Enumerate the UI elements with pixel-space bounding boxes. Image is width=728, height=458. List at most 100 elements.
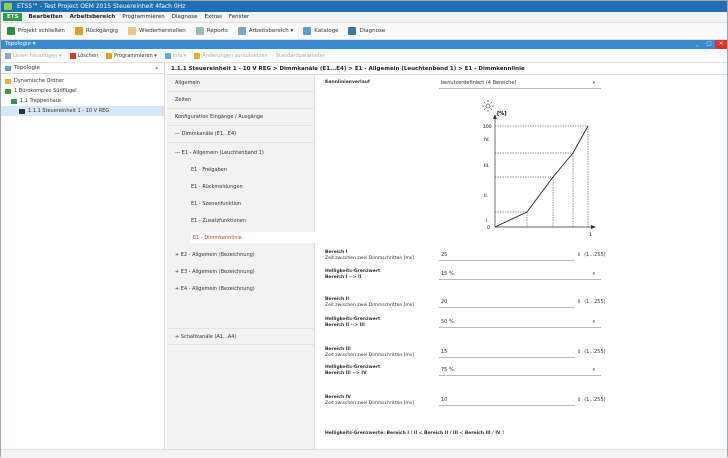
kennlinie-label: Kennlinienverlauf xyxy=(325,80,370,85)
nav-subitem-0[interactable]: — E1 - Allgemein (Leuchtenband 1) xyxy=(175,147,264,158)
catalog-icon xyxy=(303,27,312,35)
panel-tool-label: Info ▾ xyxy=(172,52,187,59)
nav-subitem-1[interactable]: E1 - Freigaben xyxy=(191,164,227,175)
title-bar: ETS5™ - Test Project OEM 2015 Steuereinh… xyxy=(1,1,727,12)
panel-tool-label: Linien hinzufügen ▾ xyxy=(13,52,62,59)
chevron-up-icon[interactable]: ▴ xyxy=(155,65,158,71)
panel-close-icon[interactable]: ✕ xyxy=(715,40,727,49)
chevron-down-icon: ▾ xyxy=(592,367,595,373)
nav-subitem-4[interactable]: E1 - Zusatzfunktionen xyxy=(191,215,246,226)
menu-bearbeiten[interactable]: Bearbeiten xyxy=(28,14,62,20)
panel-minimize-icon[interactable]: ‸ xyxy=(691,40,703,49)
delete-icon xyxy=(69,52,76,59)
stepper-arrows-icon[interactable]: ⇕ xyxy=(577,349,581,355)
bereich-input-3[interactable]: 10 xyxy=(439,394,575,406)
nav-subitem-6[interactable]: + E2 - Allgemein (Bezeichnung) xyxy=(175,249,255,260)
menu-diagnose[interactable]: Diagnose xyxy=(172,14,198,20)
tree-item[interactable]: 1.1 Treppenhaus xyxy=(1,96,164,106)
kennlinie-value: benutzerdefiniert (4 Bereiche) xyxy=(441,80,517,86)
nav-item-schaltkanaele[interactable]: + Schaltkanäle (A1...A4) xyxy=(167,328,315,345)
toolbar-button-1[interactable]: Rückgängig xyxy=(74,27,119,35)
panel-tool-0[interactable]: Linien hinzufügen ▾ xyxy=(5,52,62,59)
tree-item[interactable]: 1 Bürokomplex Südflügel xyxy=(1,86,164,96)
toolbar-button-2[interactable]: Wiederherstellen xyxy=(128,27,186,35)
diagnostics-icon xyxy=(348,27,357,35)
panel-tool-4[interactable]: Änderungen zurücksetzen xyxy=(194,52,268,59)
toolbar-button-0[interactable]: Projekt schließen xyxy=(7,27,65,35)
nav-subitem-8[interactable]: + E4 - Allgemein (Bezeichnung) xyxy=(175,283,255,294)
grenzwert-subtitle: Bereich I --> II xyxy=(325,274,362,280)
bereich-stepper-0[interactable]: ⇕ (1...255) xyxy=(577,249,606,261)
grenzwert-dropdown-2[interactable]: 75 % ▾ xyxy=(439,364,601,376)
panel-tool-2[interactable]: Programmieren ▾ xyxy=(106,52,157,59)
toolbar-button-label: Rückgängig xyxy=(85,28,119,34)
dimming-curve-graph: [%] 100 0 1 IV. III. II. I. xyxy=(482,100,596,238)
menu-fenster[interactable]: Fenster xyxy=(229,14,249,20)
chevron-down-icon: ▾ xyxy=(592,80,595,86)
topology-header[interactable]: Topologie ▴ xyxy=(1,63,164,74)
breadcrumb: 1.1.1 Steuereinheit 1 - 10 V REG > Dimmk… xyxy=(167,63,727,75)
add-line-icon xyxy=(5,52,11,59)
nav-item-3[interactable]: — Dimmkanäle (E1...E4) xyxy=(167,126,315,143)
toolbar-button-label: Wiederherstellen xyxy=(139,28,186,34)
grenzwert-subtitle: Bereich II --> III xyxy=(325,322,365,328)
bereich-stepper-2[interactable]: ⇕ (1...255) xyxy=(577,346,606,358)
grenzwert-dropdown-1[interactable]: 50 % ▾ xyxy=(439,316,601,328)
nav-item-1[interactable]: Zeiten xyxy=(167,92,315,109)
menu-bar: ETS Bearbeiten Arbeitsbereich Programmie… xyxy=(1,12,727,23)
graph-ytop-label: 100 xyxy=(483,124,492,130)
tree-item-label: 1.1.1 Steuereinheit 1 - 10 V REG xyxy=(28,108,110,114)
stepper-arrows-icon[interactable]: ⇕ xyxy=(577,299,581,305)
grenzwert-footnote: Helligkeits-Grenzwerte: Bereich I / II <… xyxy=(325,431,505,436)
bereich-stepper-3[interactable]: ⇕ (1...255) xyxy=(577,394,606,406)
tree-item[interactable]: 1.1.1 Steuereinheit 1 - 10 V REG xyxy=(1,106,164,116)
nav-subitem-3[interactable]: E1 - Szenenfunktion xyxy=(191,198,241,209)
bereich-input-2[interactable]: 15 xyxy=(439,346,575,358)
panel-tool-label: Programmieren ▾ xyxy=(114,52,157,59)
nav-item-2[interactable]: Konfiguration Eingänge / Ausgänge xyxy=(167,109,315,126)
menu-extras[interactable]: Extras xyxy=(205,14,222,20)
info-icon xyxy=(164,52,171,59)
topology-icon xyxy=(5,65,11,71)
kennlinie-dropdown[interactable]: benutzerdefiniert (4 Bereiche) ▾ xyxy=(439,77,601,89)
bereich-subtitle: Zeit zwischen zwei Dimmschritten [ms] xyxy=(325,400,414,406)
nav-subitem-7[interactable]: + E3 - Allgemein (Bezeichnung) xyxy=(175,266,255,277)
panel-tool-5[interactable]: Standardparameter xyxy=(276,53,325,59)
tree-item[interactable]: Dynamische Ordner xyxy=(1,76,164,86)
grenzwert-dropdown-0[interactable]: 15 % ▾ xyxy=(439,268,601,280)
chevron-down-icon: ▾ xyxy=(592,271,595,277)
toolbar-button-5[interactable]: Kataloge xyxy=(303,27,338,35)
panel-tool-1[interactable]: Löschen xyxy=(69,52,98,59)
toolbar-button-4[interactable]: Arbeitsbereich ▾ xyxy=(237,27,294,35)
reports-icon xyxy=(195,27,204,35)
toolbar-button-label: Projekt schließen xyxy=(18,28,65,34)
tree-item-label: Dynamische Ordner xyxy=(14,78,64,84)
bereich-stepper-1[interactable]: ⇕ (1...255) xyxy=(577,296,606,308)
panel-restore-icon[interactable]: □ xyxy=(703,40,715,49)
nav-item-0[interactable]: Allgemein xyxy=(167,75,315,92)
stepper-arrows-icon[interactable]: ⇕ xyxy=(577,252,581,258)
nav-subitem-2[interactable]: E1 - Rückmeldungen xyxy=(191,181,243,192)
grenzwert-title: Helligkeits-Grenzwert xyxy=(325,317,381,322)
panel-tool-3[interactable]: Info ▾ xyxy=(164,52,187,59)
menu-arbeitsbereich[interactable]: Arbeitsbereich xyxy=(70,14,116,20)
toolbar-button-6[interactable]: Diagnose xyxy=(348,27,385,35)
bereich-input-0[interactable]: 25 xyxy=(439,249,575,261)
grenzwert-title: Helligkeits-Grenzwert xyxy=(325,365,381,370)
ets-badge[interactable]: ETS xyxy=(3,13,23,21)
bereich-subtitle: Zeit zwischen zwei Dimmschritten [ms] xyxy=(325,255,414,261)
bereich-input-1[interactable]: 20 xyxy=(439,296,575,308)
bereich-range: (1...255) xyxy=(584,299,606,305)
workspace-icon xyxy=(237,27,246,35)
topology-panel: Topologie ▴ Dynamische Ordner 1 Bürokompl… xyxy=(1,63,165,458)
nav-subitem-5[interactable]: E1 - Dimmkennlinie xyxy=(191,232,321,243)
window-title: ETS5™ - Test Project OEM 2015 Steuereinh… xyxy=(17,3,186,10)
toolbar-button-label: Arbeitsbereich ▾ xyxy=(248,28,294,34)
bereich-label-2: Bereich III Zeit zwischen zwei Dimmschrit… xyxy=(325,347,414,358)
toolbar-button-3[interactable]: Reports xyxy=(195,27,228,35)
region-ii-label: II. xyxy=(484,193,488,199)
stepper-arrows-icon[interactable]: ⇕ xyxy=(577,397,581,403)
panel-title[interactable]: Topologie ▾ xyxy=(5,41,35,47)
close-project-icon xyxy=(7,27,15,35)
menu-programmieren[interactable]: Programmieren xyxy=(122,14,165,20)
